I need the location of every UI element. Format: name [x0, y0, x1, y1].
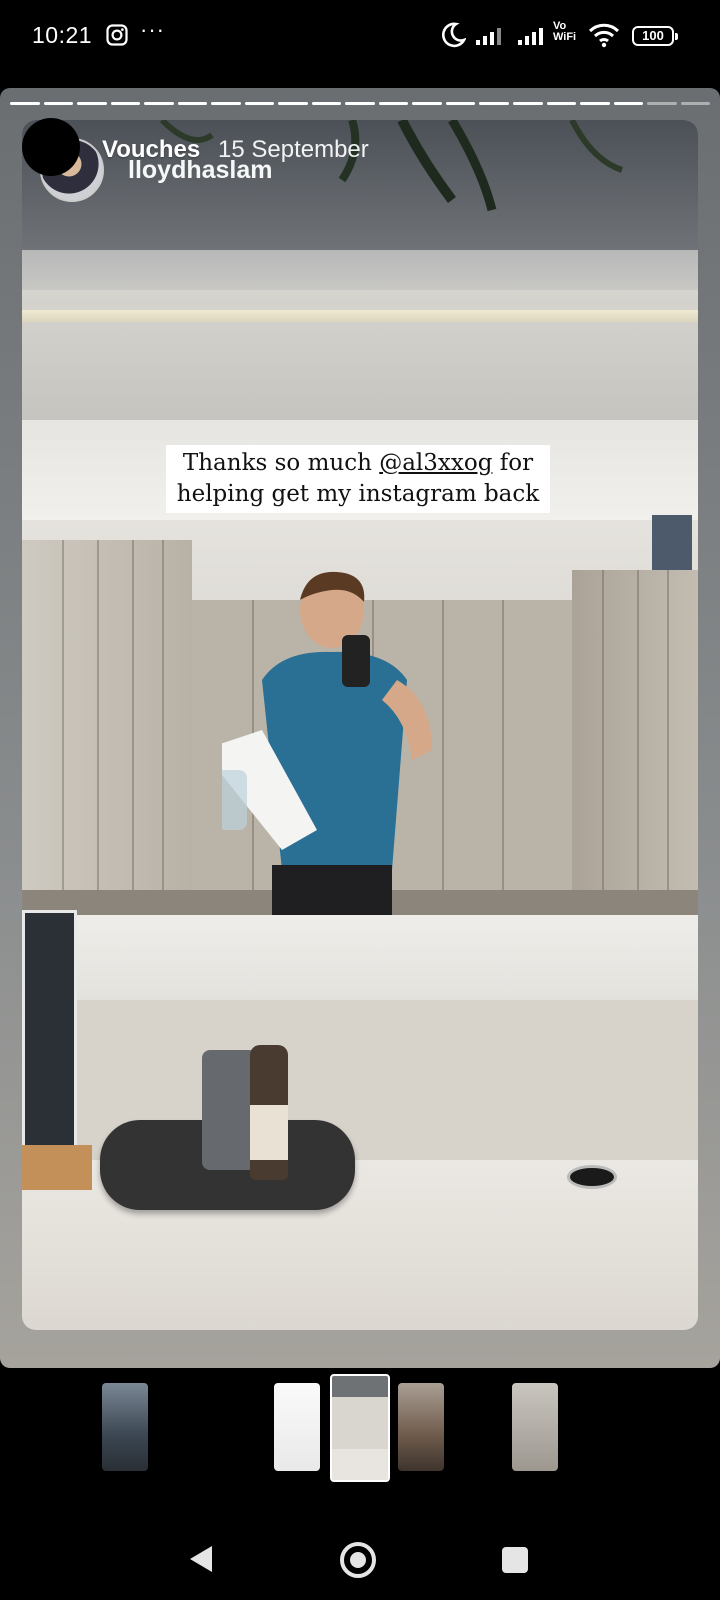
story-thumbnail[interactable]	[102, 1383, 148, 1471]
progress-segment	[445, 102, 476, 105]
progress-segment	[43, 102, 74, 105]
story-photo[interactable]	[22, 120, 698, 1330]
progress-segment	[10, 102, 40, 105]
instagram-icon	[106, 24, 128, 46]
progress-segment	[412, 102, 442, 105]
progress-segment	[278, 102, 308, 105]
story-viewer[interactable]: Thanks so much @al3xxog for helping get …	[0, 88, 720, 1368]
story-thumbnail-current[interactable]	[330, 1374, 390, 1482]
story-thumbnails	[0, 1374, 720, 1490]
signal-sim1-icon	[474, 26, 506, 51]
story-thumbnail[interactable]	[398, 1383, 444, 1471]
progress-segment	[512, 102, 543, 105]
avatar[interactable]	[18, 118, 108, 208]
progress-segment	[580, 102, 610, 105]
progress-segment	[647, 102, 677, 105]
progress-segment	[77, 102, 107, 105]
mention-link[interactable]: @al3xxog	[379, 450, 492, 476]
do-not-disturb-icon	[441, 22, 467, 53]
status-time: 10:21	[32, 22, 93, 48]
vowifi-icon: Vo WiFi	[553, 20, 577, 43]
progress-segment	[345, 102, 375, 105]
progress-segment	[479, 102, 509, 105]
progress-segment	[378, 102, 409, 105]
story-thumbnail[interactable]	[274, 1383, 320, 1471]
progress-segment	[110, 102, 141, 105]
battery-icon: 100	[632, 26, 678, 46]
story-progress-bar	[10, 102, 711, 105]
status-bar: 10:21 ··· Vo WiFi 100	[0, 0, 720, 72]
battery-level: 100	[642, 28, 664, 43]
progress-segment	[546, 102, 577, 105]
back-icon[interactable]	[188, 1544, 214, 1579]
story-header[interactable]: Vouches 15 September lloydhaslam	[18, 118, 618, 208]
signal-sim2-icon	[516, 26, 548, 51]
shared-from-username[interactable]: lloydhaslam	[128, 156, 273, 185]
more-notifications-icon: ···	[140, 17, 165, 42]
wifi-icon	[588, 22, 620, 53]
progress-segment	[244, 102, 275, 105]
gym-sign	[22, 910, 77, 1150]
progress-segment	[311, 102, 342, 105]
counter-hole	[567, 1165, 617, 1189]
progress-segment	[144, 102, 174, 105]
progress-segment	[613, 102, 644, 105]
story-thumbnail[interactable]	[512, 1383, 558, 1471]
progress-segment	[680, 102, 711, 105]
cup	[202, 1050, 257, 1170]
person-figure	[222, 571, 432, 915]
avatar-redaction	[22, 118, 80, 176]
navigation-bar	[0, 1520, 720, 1600]
story-caption: Thanks so much @al3xxog for helping get …	[166, 445, 550, 513]
home-icon[interactable]	[340, 1542, 376, 1578]
progress-segment	[211, 102, 241, 105]
progress-segment	[177, 102, 208, 105]
recent-apps-icon[interactable]	[502, 1547, 528, 1573]
